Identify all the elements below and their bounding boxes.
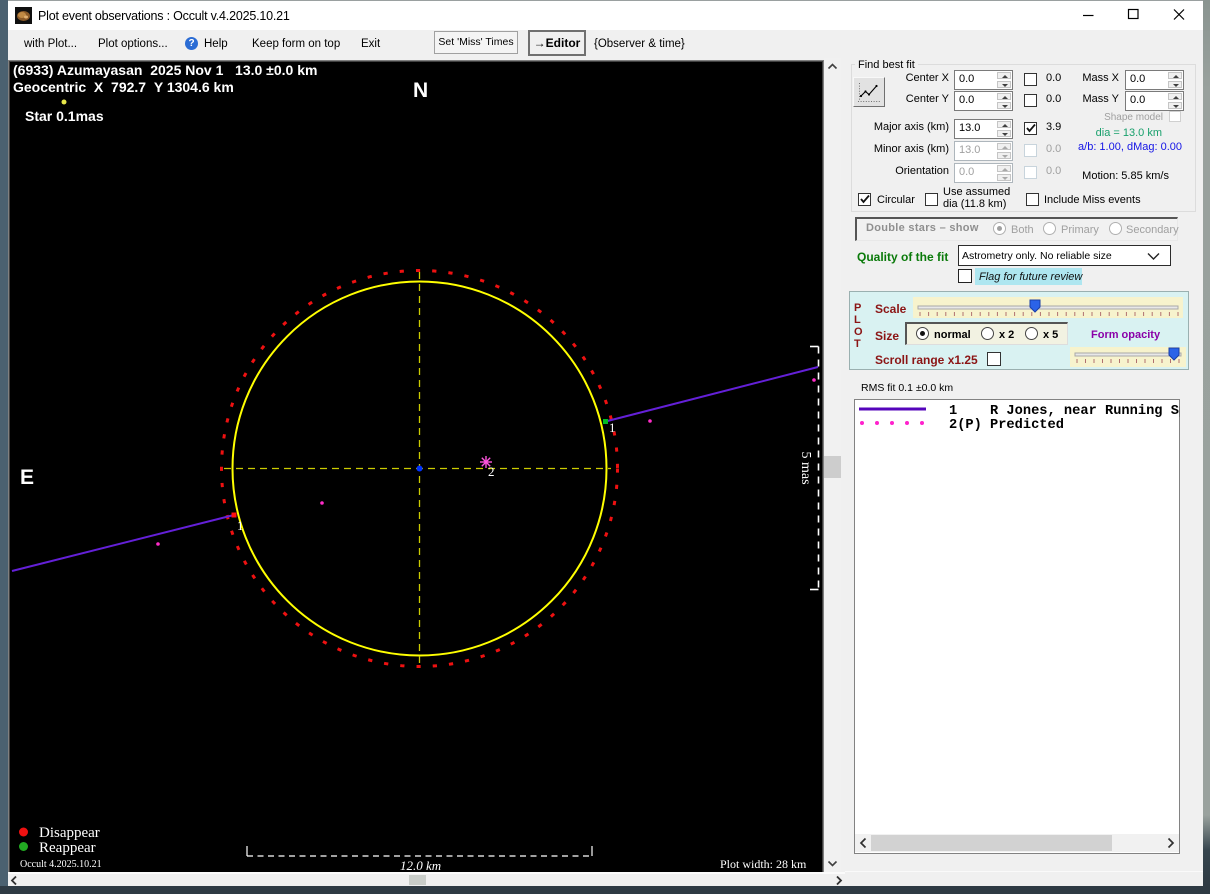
svg-text:1: 1 — [949, 404, 957, 419]
svg-text:2(P): 2(P) — [949, 418, 982, 433]
svg-text:Predicted: Predicted — [990, 418, 1064, 433]
svg-text:1: 1 — [237, 518, 244, 533]
svg-text:Star 0.1mas: Star 0.1mas — [25, 108, 104, 124]
svg-text:1: 1 — [609, 420, 616, 435]
svg-text:R Jones, near Running Sp: R Jones, near Running Sp — [990, 404, 1180, 419]
svg-text:5 mas: 5 mas — [798, 451, 813, 484]
svg-text:E: E — [20, 466, 34, 489]
svg-text:Disappear: Disappear — [39, 825, 100, 841]
svg-text:N: N — [413, 79, 428, 102]
svg-text:2: 2 — [488, 464, 495, 479]
svg-text:Plot width: 28 km: Plot width: 28 km — [720, 857, 807, 871]
svg-text:(6933) Azumayasan 2025 Nov 1: (6933) Azumayasan 2025 Nov 1 13.0 ±0.0 k… — [13, 62, 317, 78]
svg-text:Reappear: Reappear — [39, 840, 96, 856]
svg-text:Geocentric X 792.7 Y 1304.6: Geocentric X 792.7 Y 1304.6 km — [13, 79, 234, 95]
svg-text:12.0 km: 12.0 km — [400, 858, 441, 872]
svg-text:Occult 4.2025.10.21: Occult 4.2025.10.21 — [20, 859, 102, 870]
